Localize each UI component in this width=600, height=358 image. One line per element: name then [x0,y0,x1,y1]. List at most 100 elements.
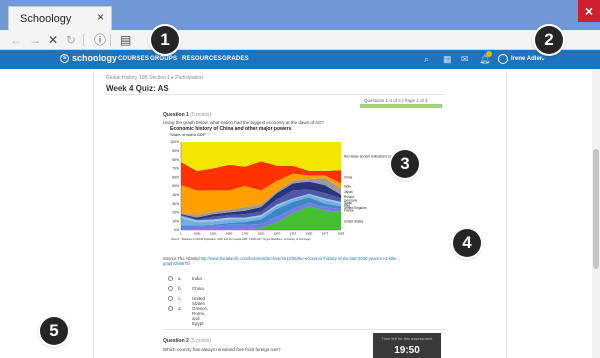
legend-label: United States [344,219,364,223]
quiz-progress-bar [360,104,442,108]
assessment-timer: Time left for this assessment 19:50 [373,333,441,358]
question-count: Questions 1-4 of 4 | Page 1 of 1 [364,98,428,103]
answer-text: India [192,276,202,281]
question-2-number: Question 2 [163,338,189,344]
y-tick-label: 70% [172,167,179,171]
back-arrow-icon[interactable]: ← [10,32,22,48]
callout-2: 2 [535,26,563,54]
search-icon[interactable]: ⌕ [424,53,429,65]
x-tick-label: 1700 [242,232,249,236]
question-1-points: (5 points) [190,112,212,118]
radio-button[interactable] [168,276,173,281]
refresh-icon[interactable]: ↻ [66,32,76,48]
answer-letter: b. [178,286,182,291]
question-2-points: (5 points) [190,338,212,344]
legend-label: China [344,175,353,179]
user-name[interactable]: Irene Adler [511,56,542,62]
schoology-logo-icon: s [60,54,69,64]
x-tick-label: 1 [180,232,182,236]
callout-4: 4 [453,229,481,257]
callout-1: 1 [151,26,179,54]
nav-groups[interactable]: GROUPS [150,56,177,62]
browser-tab[interactable]: Schoology × [8,6,112,30]
stop-icon[interactable]: ✕ [48,32,58,48]
x-tick-label: 1913 [290,232,297,236]
y-tick-label: 0% [174,228,179,232]
header-divider [106,94,446,95]
reader-view-icon[interactable]: ▤ [120,32,131,48]
calendar-icon[interactable]: ▦ [443,53,452,65]
schoology-nav-bar: s schoology COURSES GROUPS RESOURCES GRAD… [0,50,600,69]
scrollbar-thumb[interactable] [593,149,599,269]
y-tick-label: 60% [172,175,179,179]
close-tab-icon[interactable]: × [97,10,104,24]
question-1-text: Using the graph below, what nation had t… [163,120,324,125]
x-tick-label: 1000 [194,232,201,236]
question-1-number: Question 1 [163,112,189,118]
answer-letter: c. [178,296,182,301]
y-tick-label: 10% [172,219,179,223]
x-tick-label: 1820 [258,232,265,236]
question-divider [163,329,445,330]
nav-courses[interactable]: COURSES [118,56,149,62]
page-title: Week 4 Quiz: AS [106,84,169,93]
timer-value: 19:50 [394,345,420,356]
breadcrumb[interactable]: Global History 10B Section 1 ▸ Participa… [106,75,203,81]
radio-button[interactable] [168,296,173,301]
answer-text: United States [192,296,206,306]
answer-text: Greece, Rome, and Egypt [192,306,209,326]
legend-label: Russia [344,195,354,199]
nav-resources[interactable]: RESOURCES [182,56,222,62]
radio-button[interactable] [168,286,173,291]
legend-label: Japan [344,190,353,194]
timer-label: Time left for this assessment [381,336,433,341]
y-tick-label: 20% [172,211,179,215]
nav-grades[interactable]: GRADES [222,56,249,62]
y-tick-label: 90% [172,149,179,153]
y-tick-label: 30% [172,202,179,206]
question-2-heading: Question 2 (5 points) [163,338,211,344]
browser-toolbar: ← → ✕ ↻ ⓘ ▤ [0,30,600,50]
quiz-progress-fill [360,104,442,108]
legend-label: Germany [344,199,358,203]
chart-source: Source:The Atlantichttp://www.theatlanti… [163,256,423,266]
x-tick-label: 1950 [306,232,313,236]
answer-text: China [192,286,204,291]
notification-badge [486,51,492,57]
x-tick-label: 1500 [210,232,217,236]
x-tick-label: 1600 [226,232,233,236]
logo-text: schoology [72,53,118,63]
window-close-button[interactable]: × [578,0,600,22]
question-2-text: Which country has always remained free f… [163,347,281,352]
y-tick-label: 100% [170,140,179,144]
chevron-down-icon[interactable]: ⌄ [540,54,546,62]
y-tick-label: 80% [172,158,179,162]
x-tick-label: 1973 [322,232,329,236]
user-avatar[interactable] [498,54,508,64]
browser-tab-strip: Schoology × × [0,0,600,30]
toolbar-separator [110,34,111,46]
tab-title: Schoology [20,13,72,25]
economic-history-chart: United StatesFranceUnited KingdomItalySp… [170,140,414,241]
forward-arrow-icon[interactable]: → [29,32,41,48]
left-sidebar [8,69,94,358]
x-tick-label: 2003 [338,232,345,236]
mail-icon[interactable]: ✉ [461,53,469,65]
answer-letter: d. [178,306,182,311]
x-tick-label: 1870 [274,232,281,236]
right-column-divider [506,69,507,358]
y-tick-label: 50% [172,184,179,188]
question-1-heading: Question 1 (5 points) [163,112,211,118]
toolbar-separator [83,34,84,46]
callout-5: 5 [40,317,68,345]
radio-button[interactable] [168,306,173,311]
y-tick-label: 40% [172,193,179,197]
page-info-icon[interactable]: ⓘ [94,32,106,48]
answer-letter: a. [178,276,182,281]
schoology-logo[interactable]: s schoology [60,53,118,64]
callout-3: 3 [391,150,419,178]
source-link[interactable]: http://www.theatlantic.com/business/arch… [163,256,398,266]
page-scrollbar[interactable] [592,69,600,358]
chart-source-note: Source: "Statistics on World Population,… [171,237,311,241]
legend-label: India [344,185,351,189]
